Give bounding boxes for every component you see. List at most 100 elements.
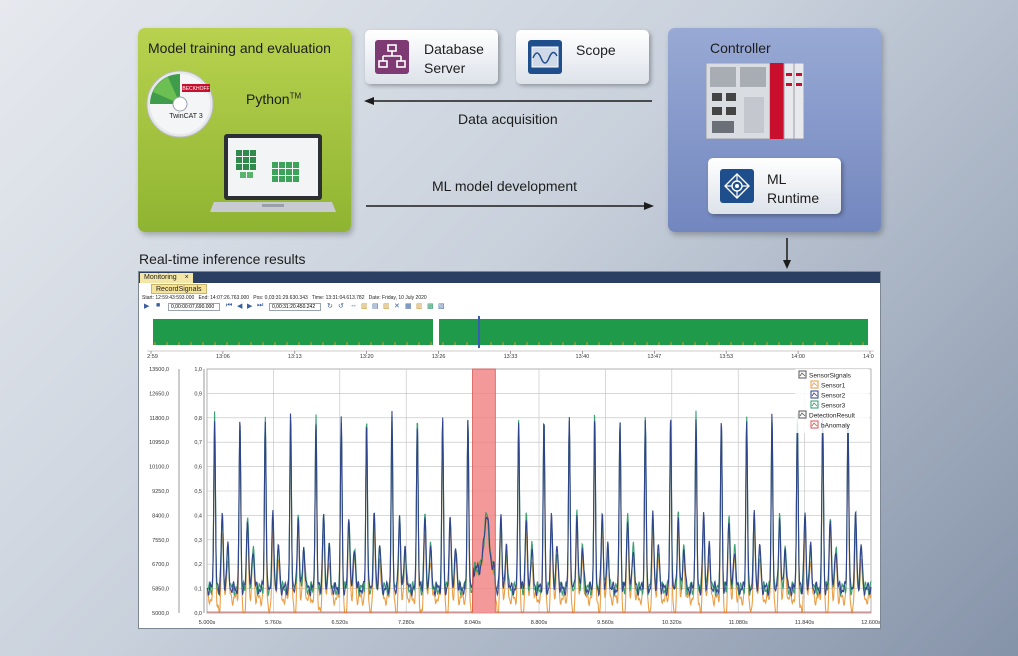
end-value: 14:07:26.763.000	[210, 295, 250, 301]
tab-close-icon[interactable]: ×	[185, 274, 189, 281]
y-left-tick-label: 5850,0	[152, 587, 169, 593]
y-left-tick-label: 8400,0	[152, 513, 169, 519]
legend-group-detectionresult-icon	[798, 410, 807, 419]
legend-banomaly-label: bAnomaly	[821, 423, 851, 430]
chart-tool-icon-4[interactable]: ✕	[394, 302, 400, 310]
first-icon[interactable]: ⏮	[226, 302, 232, 310]
y-right-tick-label: 0,3	[194, 538, 202, 544]
ml-model-development-arrowhead	[644, 202, 654, 210]
legend-sensor2-label: Sensor2	[821, 393, 846, 400]
monitor-toolbar: ▶ ■ 0,00:00:07,690.000 ⏮ ◀ ▶ ⏭ 0,00:31:2…	[142, 302, 877, 313]
start-value: 12:59:43:593.000	[155, 295, 195, 301]
overview-tick-label: 13:20	[360, 354, 374, 359]
y-left-tick-label: 7550,0	[152, 538, 169, 544]
chart-tool-icon-2[interactable]: ▤	[372, 302, 379, 310]
overview-tick-label: 14:07	[863, 354, 874, 359]
y-right-tick-label: 1,0	[194, 367, 202, 373]
ml-model-development-label: ML model development	[432, 178, 578, 194]
overview-tick-label: 13:47	[647, 354, 661, 359]
y-left-tick-label: 5000,0	[152, 611, 169, 617]
tab-record-signals-label: RecordSignals	[156, 286, 202, 293]
data-acquisition-arrowhead	[364, 97, 374, 105]
overview-tick-label: 14:00	[791, 354, 805, 359]
legend-banomaly-icon	[810, 420, 819, 429]
x-tick-label: 9.560s	[597, 620, 614, 626]
y-right-tick-label: 0,8	[194, 416, 202, 422]
y-right-tick-label: 0,1	[194, 587, 202, 593]
y-left-tick-label: 13500,0	[149, 367, 169, 373]
y-right-tick-label: 0,9	[194, 391, 202, 397]
reset-icon[interactable]: ↺	[338, 302, 344, 310]
y-left-tick-label: 10100,0	[149, 465, 169, 471]
chart-tool-icon-1[interactable]: ▥	[361, 302, 368, 310]
x-tick-label: 12.600s	[861, 620, 880, 626]
chart-tool-icon-3[interactable]: ▥	[383, 302, 390, 310]
overview-tick-label: 13:26	[432, 354, 446, 359]
x-tick-label: 7.280s	[398, 620, 415, 626]
x-tick-label: 11.080s	[729, 620, 748, 626]
chart-tool-icon-5[interactable]: ▦	[405, 302, 412, 310]
overview-tick-label: 12:59	[147, 354, 158, 359]
y-left-tick-label: 12650,0	[149, 391, 169, 397]
monitor-tab-bar	[139, 272, 880, 283]
overview-tick-label: 13:40	[576, 354, 590, 359]
x-tick-label: 8.800s	[531, 620, 548, 626]
runtime-down-arrowhead	[783, 260, 791, 269]
x-tick-label: 6.520s	[332, 620, 349, 626]
x-tick-label: 8.040s	[464, 620, 481, 626]
play-icon[interactable]: ▶	[144, 302, 149, 310]
date-value: Friday, 10 July 2020	[382, 295, 427, 301]
y-right-tick-label: 0,2	[194, 562, 202, 568]
y-right-tick-label: 0,7	[194, 440, 202, 446]
section-title: Real-time inference results	[139, 251, 306, 267]
last-icon[interactable]: ⏭	[257, 302, 263, 310]
x-tick-label: 11.840s	[795, 620, 814, 626]
inference-chart: 13500,0 12650,0 11800,0 10950,0 10100,0 9250,…	[149, 367, 880, 626]
overview-signal-block-2	[439, 319, 868, 345]
legend-sensor3-label: Sensor3	[821, 403, 846, 410]
overview-tick-label: 13:06	[216, 354, 230, 359]
y-left-tick-label: 9250,0	[152, 489, 169, 495]
data-acquisition-label: Data acquisition	[458, 111, 558, 127]
chart-tool-icon-7[interactable]: ▩	[427, 302, 434, 310]
span-field[interactable]: 0,00:00:07,690.000	[168, 303, 220, 311]
refresh-icon[interactable]: ↻	[327, 302, 333, 310]
monitoring-window: Monitoring × RecordSignals Start: 12:59:…	[138, 271, 881, 629]
pos-value: 0,03:31:29.630.343	[264, 295, 308, 301]
overview-tick-label: 13:53	[719, 354, 733, 359]
anomaly-band	[472, 369, 496, 613]
y-right-tick-label: 0,5	[194, 489, 202, 495]
y-right-tick-label: 0,6	[194, 465, 202, 471]
y-left-tick-label: 10950,0	[149, 440, 169, 446]
chart-tool-icon-6[interactable]: ▥	[416, 302, 423, 310]
overview-strip[interactable]: 12:59 13:06 13:13 13:20 13:26 13:33 13:40 13:47…	[147, 315, 874, 359]
zoom-icon[interactable]: ↔	[350, 302, 357, 309]
tab-monitoring[interactable]: Monitoring ×	[140, 273, 193, 283]
time-value: 13:31:04.613.782	[325, 295, 365, 301]
next-icon[interactable]: ▶	[247, 302, 252, 310]
tab-record-signals[interactable]: RecordSignals	[151, 284, 207, 294]
y-right-tick-label: 0,4	[194, 513, 202, 519]
info-line: Start: 12:59:43:593.000 End: 14:07:26.76…	[142, 295, 427, 301]
prev-icon[interactable]: ◀	[237, 302, 242, 310]
chart-tool-icon-8[interactable]: ▧	[438, 302, 445, 310]
x-tick-label: 10.320s	[662, 620, 682, 626]
legend-group-sensorsignals-label: SensorSignals	[809, 373, 852, 380]
y-right-tick-label: 0,0	[194, 611, 202, 617]
tab-monitoring-label: Monitoring	[144, 274, 177, 281]
legend-sensor2-icon	[810, 390, 819, 399]
legend-sensor1-label: Sensor1	[821, 383, 846, 390]
legend-group-detectionresult-label: DetectionResult	[809, 413, 855, 420]
y-left-tick-label: 11800,0	[150, 416, 169, 422]
legend-sensor3-icon	[810, 400, 819, 409]
overview-signal-block-1	[153, 319, 433, 345]
overview-tick-label: 13:33	[504, 354, 518, 359]
x-tick-label: 5.760s	[265, 620, 282, 626]
legend-group-sensorsignals-icon	[798, 370, 807, 379]
legend-sensor1-icon	[810, 380, 819, 389]
position-field[interactable]: 0,00:31:20.450.242	[269, 303, 321, 311]
y-left-tick-label: 6700,0	[152, 562, 169, 568]
overview-tick-label: 13:13	[288, 354, 302, 359]
stop-icon[interactable]: ■	[156, 302, 160, 309]
x-tick-label: 5.000s	[199, 620, 216, 626]
